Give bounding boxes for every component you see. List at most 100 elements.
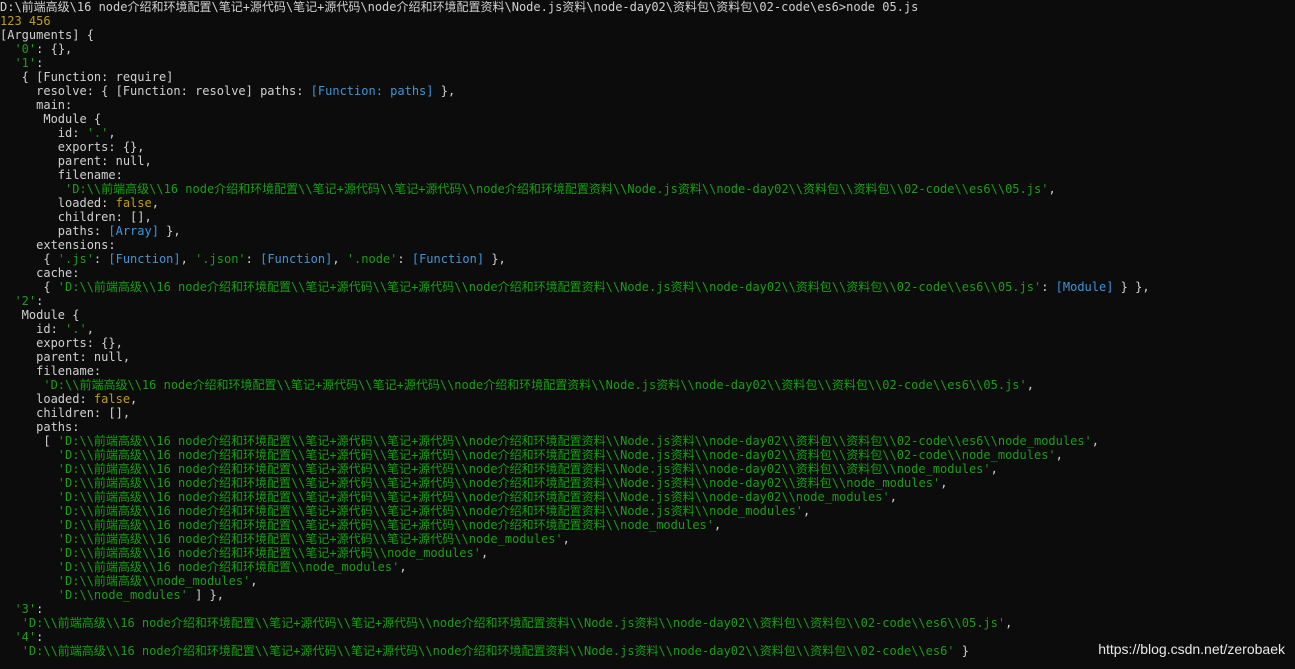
- console-text: ,: [332, 252, 347, 266]
- console-text: :: [36, 56, 44, 70]
- console-text: 'D:\\node_modules': [57, 588, 188, 602]
- console-text: filename:: [0, 168, 123, 182]
- console-line: 'D:\\前端高级\\16 node介绍和环境配置\\笔记+源代码\\node_…: [0, 546, 1295, 560]
- console-text: parent: null,: [0, 350, 131, 364]
- console-text: ] },: [187, 588, 224, 602]
- console-line: children: [],: [0, 406, 1295, 420]
- console-text: },: [158, 224, 181, 238]
- console-text: Module {: [0, 308, 80, 322]
- console-text: :: [1041, 280, 1056, 294]
- console-line: extensions:: [0, 238, 1295, 252]
- console-line: { 'D:\\前端高级\\16 node介绍和环境配置\\笔记+源代码\\笔记+…: [0, 280, 1295, 294]
- console-line: paths: [Array] },: [0, 224, 1295, 238]
- console-text: 'D:\\前端高级\\16 node介绍和环境配置\\笔记+源代码\\笔记+源代…: [57, 532, 563, 546]
- console-text: 'D:\\前端高级\\16 node介绍和环境配置\\笔记+源代码\\笔记+源代…: [57, 448, 1056, 462]
- console-text: ,: [1091, 434, 1100, 448]
- console-text: 'D:\\前端高级\\node_modules': [57, 574, 251, 588]
- console-line: exports: {},: [0, 336, 1295, 350]
- console-text: parent: null,: [0, 154, 152, 168]
- console-text: paths:: [0, 224, 109, 238]
- console-text: [Arguments] {: [0, 28, 94, 42]
- console-text: 'D:\\前端高级\\16 node介绍和环境配置\\笔记+源代码\\笔记+源代…: [57, 476, 941, 490]
- console-line: cache:: [0, 266, 1295, 280]
- console-text: [Function]: [108, 252, 181, 266]
- console-text: ,: [562, 532, 570, 546]
- console-line: { '.js': [Function], '.json': [Function]…: [0, 252, 1295, 266]
- console-line: 'D:\\前端高级\\16 node介绍和环境配置\\笔记+源代码\\笔记+源代…: [0, 378, 1295, 392]
- console-text: 'D:\\前端高级\\16 node介绍和环境配置\\node_modules': [57, 560, 400, 574]
- console-line: id: '.',: [0, 126, 1295, 140]
- console-line: [Arguments] {: [0, 28, 1295, 42]
- console-line: 'D:\\前端高级\\16 node介绍和环境配置\\笔记+源代码\\笔记+源代…: [0, 448, 1295, 462]
- console-line: filename:: [0, 168, 1295, 182]
- console-text: ,: [1048, 182, 1056, 196]
- console-text: 'D:\\前端高级\\16 node介绍和环境配置\\笔记+源代码\\笔记+源代…: [57, 280, 1042, 294]
- terminal-output[interactable]: D:\前端高级\16 node介绍和环境配置\笔记+源代码\笔记+源代码\nod…: [0, 0, 1295, 669]
- console-text: ,: [889, 490, 897, 504]
- console-line: '0': {},: [0, 42, 1295, 56]
- console-text: { [Function: require]: [0, 70, 174, 84]
- console-text: {: [0, 252, 58, 266]
- console-line: loaded: false,: [0, 196, 1295, 210]
- console-text: '4': [14, 630, 37, 644]
- console-line: [ 'D:\\前端高级\\16 node介绍和环境配置\\笔记+源代码\\笔记+…: [0, 434, 1295, 448]
- console-line: filename:: [0, 364, 1295, 378]
- console-text: 'D:\\前端高级\\16 node介绍和环境配置\\笔记+源代码\\笔记+源代…: [21, 616, 1006, 630]
- console-text: ,: [803, 504, 811, 518]
- console-text: 'D:\\前端高级\\16 node介绍和环境配置\\笔记+源代码\\笔记+源代…: [57, 490, 890, 504]
- console-text: 'D:\\前端高级\\16 node介绍和环境配置\\笔记+源代码\\笔记+源代…: [57, 504, 804, 518]
- console-text: '0': [14, 42, 37, 56]
- console-line: 'D:\\前端高级\\16 node介绍和环境配置\\node_modules'…: [0, 560, 1295, 574]
- console-text: 'D:\\前端高级\\16 node介绍和环境配置\\笔记+源代码\\笔记+源代…: [65, 182, 1049, 196]
- console-text: } },: [1113, 280, 1150, 294]
- console-text: D:\前端高级\16 node介绍和环境配置\笔记+源代码\笔记+源代码\nod…: [0, 0, 919, 14]
- console-text: 'D:\\前端高级\\16 node介绍和环境配置\\笔记+源代码\\node_…: [57, 546, 481, 560]
- console-text: ,: [1005, 616, 1013, 630]
- console-text: ,: [481, 546, 489, 560]
- console-text: },: [433, 84, 456, 98]
- console-text: ,: [399, 560, 407, 574]
- console-line: id: '.',: [0, 322, 1295, 336]
- console-line: 'D:\\前端高级\\16 node介绍和环境配置\\笔记+源代码\\笔记+源代…: [0, 462, 1295, 476]
- console-text: :: [245, 252, 261, 266]
- console-text: children: [],: [0, 406, 131, 420]
- console-line: parent: null,: [0, 350, 1295, 364]
- console-text: main:: [0, 98, 73, 112]
- console-text: '.': [86, 126, 109, 140]
- console-line: 'D:\\前端高级\\16 node介绍和环境配置\\笔记+源代码\\笔记+源代…: [0, 532, 1295, 546]
- console-text: ,: [151, 196, 159, 210]
- console-text: false: [115, 196, 152, 210]
- console-line: 'D:\\前端高级\\16 node介绍和环境配置\\笔记+源代码\\笔记+源代…: [0, 490, 1295, 504]
- console-text: loaded:: [0, 392, 94, 406]
- console-text: ,: [940, 476, 948, 490]
- console-text: }: [954, 644, 969, 658]
- console-line: 'D:\\前端高级\\16 node介绍和环境配置\\笔记+源代码\\笔记+源代…: [0, 476, 1295, 490]
- console-text: 'D:\\前端高级\\16 node介绍和环境配置\\笔记+源代码\\笔记+源代…: [57, 434, 1092, 448]
- console-text: '.': [65, 322, 87, 336]
- console-line: parent: null,: [0, 154, 1295, 168]
- console-text: id:: [0, 126, 87, 140]
- console-text: 'D:\\前端高级\\16 node介绍和环境配置\\笔记+源代码\\笔记+源代…: [21, 644, 955, 658]
- console-line: resolve: { [Function: resolve] paths: [F…: [0, 84, 1295, 98]
- console-line: '2':: [0, 294, 1295, 308]
- console-line: paths:: [0, 420, 1295, 434]
- console-text: :: [36, 294, 44, 308]
- console-line: 'D:\\前端高级\\node_modules',: [0, 574, 1295, 588]
- console-text: resolve: { [Function: resolve] paths:: [0, 84, 311, 98]
- console-text: '3': [14, 602, 37, 616]
- console-line: 'D:\\前端高级\\16 node介绍和环境配置\\笔记+源代码\\笔记+源代…: [0, 616, 1295, 630]
- console-text: false: [93, 392, 131, 406]
- console-text: cache:: [0, 266, 80, 280]
- console-text: '2': [14, 294, 37, 308]
